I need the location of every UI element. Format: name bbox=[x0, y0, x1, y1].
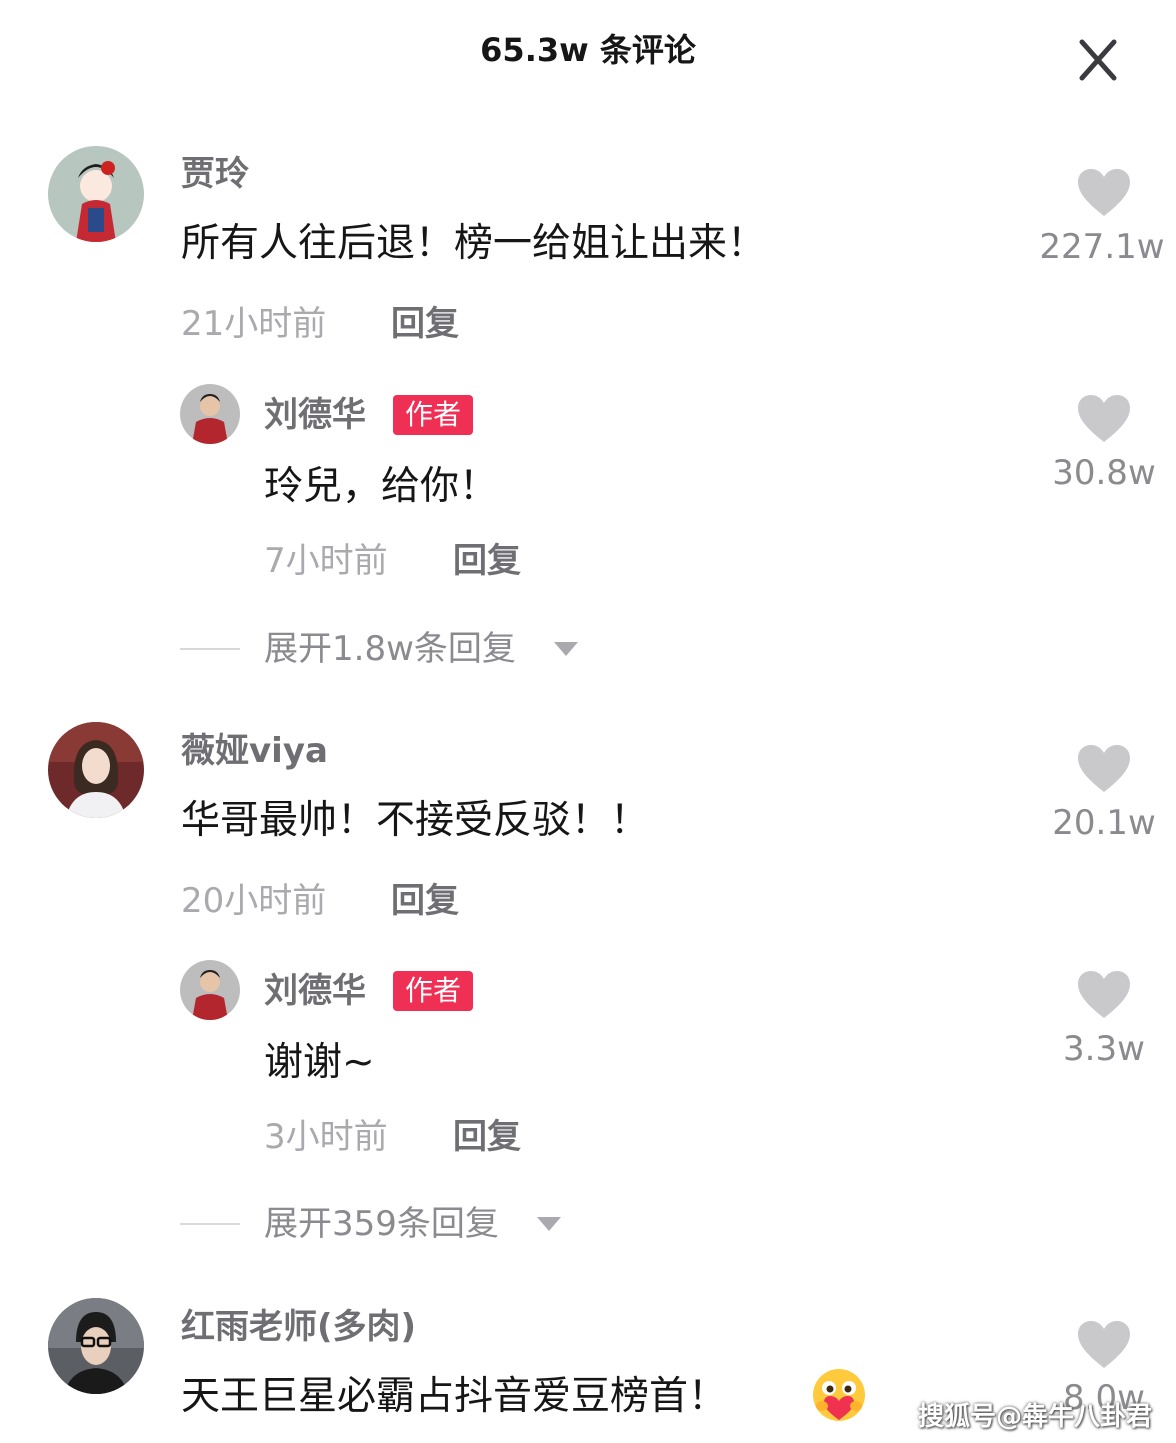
comment-timestamp: 20小时前 bbox=[181, 881, 327, 921]
reply-button[interactable]: 回复 bbox=[391, 879, 459, 923]
like-button[interactable] bbox=[1076, 394, 1132, 444]
avatar[interactable] bbox=[48, 722, 144, 818]
reply-button[interactable]: 回复 bbox=[453, 539, 521, 583]
like-count: 227.1w bbox=[1039, 227, 1165, 267]
comments-count-title: 65.3w 条评论 bbox=[480, 31, 696, 69]
heart-icon bbox=[1078, 395, 1130, 442]
hugging-heart-emoji bbox=[810, 1366, 868, 1424]
expand-replies-button[interactable]: 展开359条回复 bbox=[264, 1202, 499, 1246]
author-badge: 作者 bbox=[393, 395, 474, 435]
author-badge: 作者 bbox=[393, 971, 474, 1011]
like-button[interactable] bbox=[1076, 168, 1132, 218]
avatar[interactable] bbox=[180, 384, 240, 444]
username[interactable]: 红雨老师(多肉) bbox=[181, 1305, 416, 1349]
reply-text: 玲兒，给你！ bbox=[264, 464, 499, 509]
like-button[interactable] bbox=[1076, 970, 1132, 1020]
like-count: 3.3w bbox=[1063, 1029, 1145, 1069]
caret-down-icon[interactable] bbox=[554, 642, 578, 656]
username[interactable]: 贾玲 bbox=[181, 152, 249, 196]
reply-text: 谢谢~ bbox=[264, 1040, 375, 1085]
comments-panel: 65.3w 条评论 贾玲 所有人往后退！榜一给姐让出来！ 21小时前 回复 22… bbox=[0, 0, 1176, 1443]
watermark: 搜狐号@犇牛八卦君 bbox=[917, 1402, 1152, 1432]
reply-button[interactable]: 回复 bbox=[391, 302, 459, 346]
avatar[interactable] bbox=[48, 146, 144, 242]
like-count: 20.1w bbox=[1052, 803, 1156, 843]
username[interactable]: 刘德华 bbox=[264, 393, 366, 437]
reply-button[interactable]: 回复 bbox=[453, 1115, 521, 1159]
heart-icon bbox=[1078, 971, 1130, 1018]
caret-down-icon[interactable] bbox=[537, 1217, 561, 1231]
heart-icon bbox=[1078, 1321, 1130, 1368]
comment-text: 华哥最帅！不接受反驳！！ bbox=[181, 798, 650, 843]
username[interactable]: 薇娅viya bbox=[181, 729, 328, 773]
close-icon bbox=[1079, 39, 1117, 81]
like-button[interactable] bbox=[1076, 744, 1132, 794]
heart-icon bbox=[1078, 169, 1130, 216]
like-button[interactable] bbox=[1076, 1320, 1132, 1370]
comment-text: 所有人往后退！榜一给姐让出来！ bbox=[181, 221, 767, 266]
like-count: 30.8w bbox=[1052, 453, 1156, 493]
divider bbox=[180, 1223, 240, 1225]
close-button[interactable] bbox=[1068, 34, 1128, 86]
expand-replies-button[interactable]: 展开1.8w条回复 bbox=[264, 627, 516, 671]
reply-timestamp: 7小时前 bbox=[264, 541, 388, 581]
avatar[interactable] bbox=[180, 960, 240, 1020]
avatar[interactable] bbox=[48, 1298, 144, 1394]
reply-timestamp: 3小时前 bbox=[264, 1117, 388, 1157]
username[interactable]: 刘德华 bbox=[264, 969, 366, 1013]
comment-timestamp: 21小时前 bbox=[181, 304, 327, 344]
comment-text: 天王巨星必霸占抖音爱豆榜首！ bbox=[181, 1374, 728, 1419]
divider bbox=[180, 648, 240, 650]
heart-icon bbox=[1078, 745, 1130, 792]
